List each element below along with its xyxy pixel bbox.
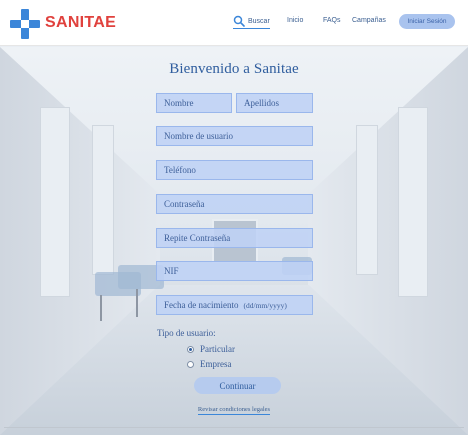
login-button[interactable]: Iniciar Sesión xyxy=(399,14,455,29)
radio-empresa[interactable] xyxy=(187,360,194,368)
radio-particular-label: Particular xyxy=(200,344,235,354)
birthdate-label: Fecha de nacimiento xyxy=(164,300,239,310)
user-type-option-particular[interactable]: Particular xyxy=(187,344,235,354)
nav-campaigns-link[interactable]: Campañas xyxy=(352,17,386,24)
nif-field[interactable]: NIF xyxy=(156,261,313,281)
search-label: Buscar xyxy=(248,17,270,25)
page-title: Bienvenido a Sanitae xyxy=(169,61,299,77)
repeat-password-field[interactable]: Repite Contraseña xyxy=(156,228,313,248)
user-type-label: Tipo de usuario: xyxy=(157,328,216,338)
continue-button[interactable]: Continuar xyxy=(194,377,281,394)
birthdate-format-hint: (dd/mm/yyyy) xyxy=(243,300,287,310)
last-name-field[interactable]: Apellidos xyxy=(236,93,313,113)
search-icon xyxy=(233,15,245,27)
legal-conditions-link[interactable]: Revisar condiciones legales xyxy=(197,406,271,415)
sanitae-cross-icon[interactable] xyxy=(10,9,40,39)
nav-home-link[interactable]: Inicio xyxy=(287,17,303,24)
password-field[interactable]: Contraseña xyxy=(156,194,313,214)
first-name-field[interactable]: Nombre xyxy=(156,93,232,113)
nav-faqs-link[interactable]: FAQs xyxy=(323,17,341,24)
radio-particular[interactable] xyxy=(187,345,194,353)
brand-logo-text[interactable]: SANITAE xyxy=(45,14,116,32)
phone-field[interactable]: Teléfono xyxy=(156,160,313,180)
birthdate-field[interactable]: Fecha de nacimiento (dd/mm/yyyy) xyxy=(156,295,313,315)
username-field[interactable]: Nombre de usuario xyxy=(156,126,313,146)
top-header: SANITAE Buscar Inicio FAQs Campañas Inic… xyxy=(0,0,468,46)
search-link[interactable]: Buscar xyxy=(233,15,270,29)
user-type-option-empresa[interactable]: Empresa xyxy=(187,359,232,369)
radio-empresa-label: Empresa xyxy=(200,359,232,369)
footer-divider xyxy=(4,427,464,428)
